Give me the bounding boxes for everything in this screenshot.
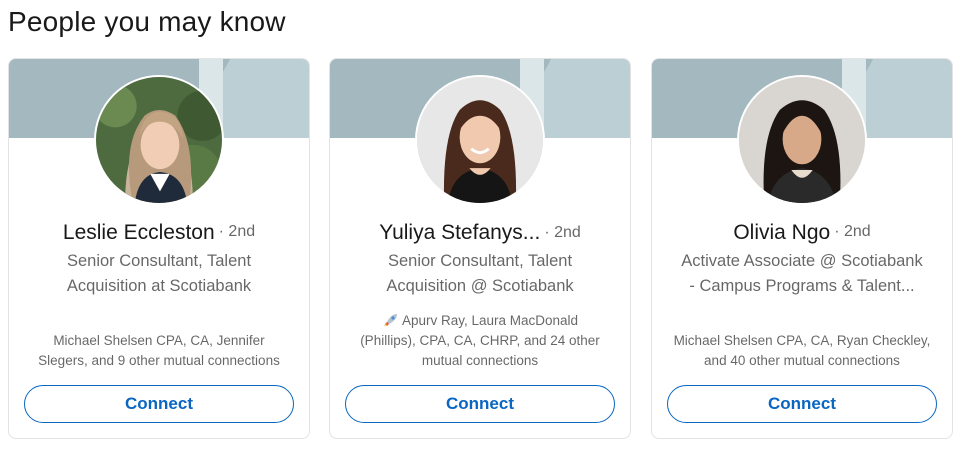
person-headline: Senior Consultant, Talent Acquisition @ … — [344, 249, 616, 299]
mutual-line: (Phillips), CPA, CA, CHRP, and 24 other — [360, 333, 600, 348]
mutual-connections: Apurv Ray, Laura MacDonald (Phillips), C… — [344, 311, 616, 371]
mutual-connections: Michael Shelsen CPA, CA, Jennifer Sleger… — [23, 331, 295, 371]
mutual-line: Apurv Ray, Laura MacDonald — [401, 313, 579, 328]
person-card[interactable]: Olivia Ngo · 2nd Activate Associate @ Sco… — [651, 58, 953, 439]
connect-button[interactable]: Connect — [345, 385, 615, 423]
person-card[interactable]: Leslie Eccleston · 2nd Senior Consultant,… — [8, 58, 310, 439]
mutual-line: Michael Shelsen CPA, CA, Ryan Checkley, — [673, 333, 931, 348]
headline-line: Senior Consultant, Talent — [66, 252, 252, 270]
headline-line: - Campus Programs & Talent... — [689, 277, 915, 295]
person-name[interactable]: Olivia Ngo — [733, 221, 830, 244]
person-card[interactable]: Yuliya Stefanys... · 2nd Senior Consultan… — [329, 58, 631, 439]
person-name[interactable]: Leslie Eccleston — [63, 221, 215, 244]
avatar[interactable] — [94, 75, 224, 205]
person-headline: Activate Associate @ Scotiabank - Campus… — [666, 249, 938, 299]
mutual-line: Michael Shelsen CPA, CA, Jennifer — [53, 333, 265, 348]
person-name[interactable]: Yuliya Stefanys... — [379, 221, 540, 245]
profile-photo-icon — [417, 77, 543, 203]
connect-button[interactable]: Connect — [667, 385, 937, 423]
connection-degree: · 2nd — [218, 223, 256, 240]
headline-line: Senior Consultant, Talent — [387, 252, 573, 270]
avatar[interactable] — [737, 75, 867, 205]
headline-line: Activate Associate @ Scotiabank — [681, 252, 923, 270]
mutual-line: mutual connections — [421, 353, 539, 368]
avatar[interactable] — [415, 75, 545, 205]
mutual-line: Slegers, and 9 other mutual connections — [38, 353, 280, 368]
profile-photo-icon — [96, 77, 222, 203]
connection-degree: · 2nd — [834, 223, 871, 240]
section-title: People you may know — [8, 6, 286, 37]
profile-photo-icon — [739, 77, 865, 203]
connect-button[interactable]: Connect — [24, 385, 294, 423]
mutual-line: and 40 other mutual connections — [704, 353, 900, 368]
headline-line: Acquisition at Scotiabank — [66, 277, 252, 295]
headline-line: Acquisition @ Scotiabank — [386, 277, 574, 295]
mutual-connections: Michael Shelsen CPA, CA, Ryan Checkley, … — [666, 331, 938, 371]
connection-degree: · 2nd — [544, 224, 581, 241]
person-headline: Senior Consultant, Talent Acquisition at… — [23, 249, 295, 299]
rocket-emoji-icon — [383, 314, 397, 326]
